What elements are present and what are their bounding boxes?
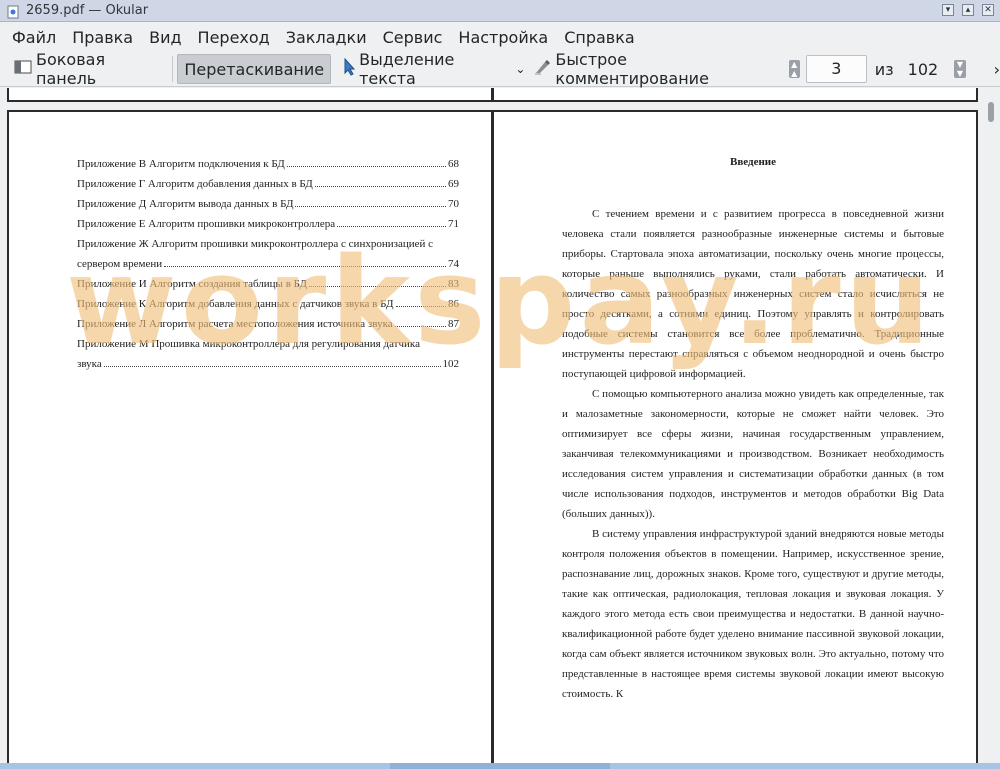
menu-tools[interactable]: Сервис	[375, 25, 451, 50]
page-body: Введение С течением времени и с развитие…	[562, 156, 944, 704]
page-right: Введение С течением времени и с развитие…	[492, 110, 978, 763]
previous-page-left	[7, 88, 493, 102]
menu-go[interactable]: Переход	[190, 25, 278, 50]
horizontal-scrollbar[interactable]	[0, 763, 1000, 769]
browse-tool-button[interactable]: Перетаскивание	[177, 54, 332, 84]
tool-dropdown-button[interactable]: ⌄	[513, 54, 527, 84]
title-bar: 2659.pdf — Okular ▾ ▴ ✕	[0, 0, 1000, 22]
section-heading: Введение	[729, 156, 777, 168]
menu-bar: Файл Правка Вид Переход Закладки Сервис …	[0, 23, 1000, 51]
toc-entry[interactable]: Приложение И Алгоритм создания таблицы в…	[77, 274, 459, 294]
cursor-icon	[343, 57, 356, 80]
menu-settings[interactable]: Настройка	[450, 25, 556, 50]
menu-help[interactable]: Справка	[556, 25, 643, 50]
previous-page-right	[492, 88, 978, 102]
page-of-label: из	[874, 59, 894, 79]
toolbar-separator	[172, 56, 174, 82]
toc-entry[interactable]: сервером времени 74	[77, 254, 459, 274]
toc-entry[interactable]: Приложение Г Алгоритм добавления данных …	[77, 174, 459, 194]
toc-entry-wrapped-line[interactable]: Приложение Ж Алгоритм прошивки микроконт…	[77, 234, 459, 254]
paragraph: С помощью компьютерного анализа можно ув…	[562, 388, 944, 520]
page-total: 102	[907, 59, 939, 79]
maximize-icon[interactable]: ▴	[962, 4, 974, 16]
text-select-tool-button[interactable]: Выделение текста	[337, 50, 513, 88]
menu-bookmarks[interactable]: Закладки	[278, 25, 375, 50]
sidebar-toggle-label: Боковая панель	[36, 50, 106, 88]
chevron-down-icon: ⌄	[515, 62, 526, 76]
scrollbar-thumb[interactable]	[390, 763, 610, 769]
page-left: Приложение В Алгоритм подключения к БД 68…	[7, 110, 493, 763]
menu-file[interactable]: Файл	[4, 25, 64, 50]
sidebar-icon	[14, 59, 32, 79]
toc-entry[interactable]: Приложение Е Алгоритм прошивки микроконт…	[77, 214, 459, 234]
vertical-scrollbar[interactable]	[985, 88, 1000, 763]
minimize-icon[interactable]: ▾	[942, 4, 954, 16]
scrollbar-thumb[interactable]	[988, 102, 994, 122]
browse-tool-label: Перетаскивание	[184, 59, 325, 79]
toc-entry[interactable]: звука 102	[77, 354, 459, 374]
toc-entry[interactable]: Приложение Д Алгоритм вывода данных в БД…	[77, 194, 459, 214]
close-icon[interactable]: ✕	[982, 4, 994, 16]
menu-view[interactable]: Вид	[141, 25, 189, 50]
quick-annotation-button[interactable]: Быстрое комментирование	[527, 50, 778, 88]
toc-entry-wrapped-line[interactable]: Приложение М Прошивка микроконтроллера д…	[77, 334, 459, 354]
text-select-tool-label: Выделение текста	[359, 50, 455, 88]
table-of-contents: Приложение В Алгоритм подключения к БД 68…	[77, 154, 459, 374]
paragraph: В систему управления инфраструктурой зда…	[562, 528, 944, 700]
toc-entry[interactable]: Приложение К Алгоритм добавления данных …	[77, 294, 459, 314]
highlighter-icon	[533, 58, 551, 80]
page-number-input[interactable]: 3	[805, 55, 867, 83]
okular-app-icon	[6, 4, 20, 18]
page-up-spin[interactable]: ▲ ▲	[788, 60, 800, 78]
menu-edit[interactable]: Правка	[64, 25, 141, 50]
chevron-right-icon[interactable]: ›	[994, 60, 1000, 79]
page-down-spin[interactable]: ▼ ▼	[954, 60, 966, 78]
paragraph: С течением времени и с развитием прогрес…	[562, 208, 944, 380]
window-title: 2659.pdf — Okular	[26, 3, 149, 18]
main-toolbar: Боковая панель Перетаскивание Выделение …	[0, 50, 1000, 88]
quick-annotation-label: Быстрое комментирование	[555, 50, 709, 88]
sidebar-toggle-button[interactable]: Боковая панель	[8, 50, 168, 88]
toc-entry[interactable]: Приложение Л Алгоритм расчета местополож…	[77, 314, 459, 334]
toc-entry[interactable]: Приложение В Алгоритм подключения к БД 68	[77, 154, 459, 174]
document-view[interactable]: Приложение В Алгоритм подключения к БД 68…	[0, 88, 1000, 763]
